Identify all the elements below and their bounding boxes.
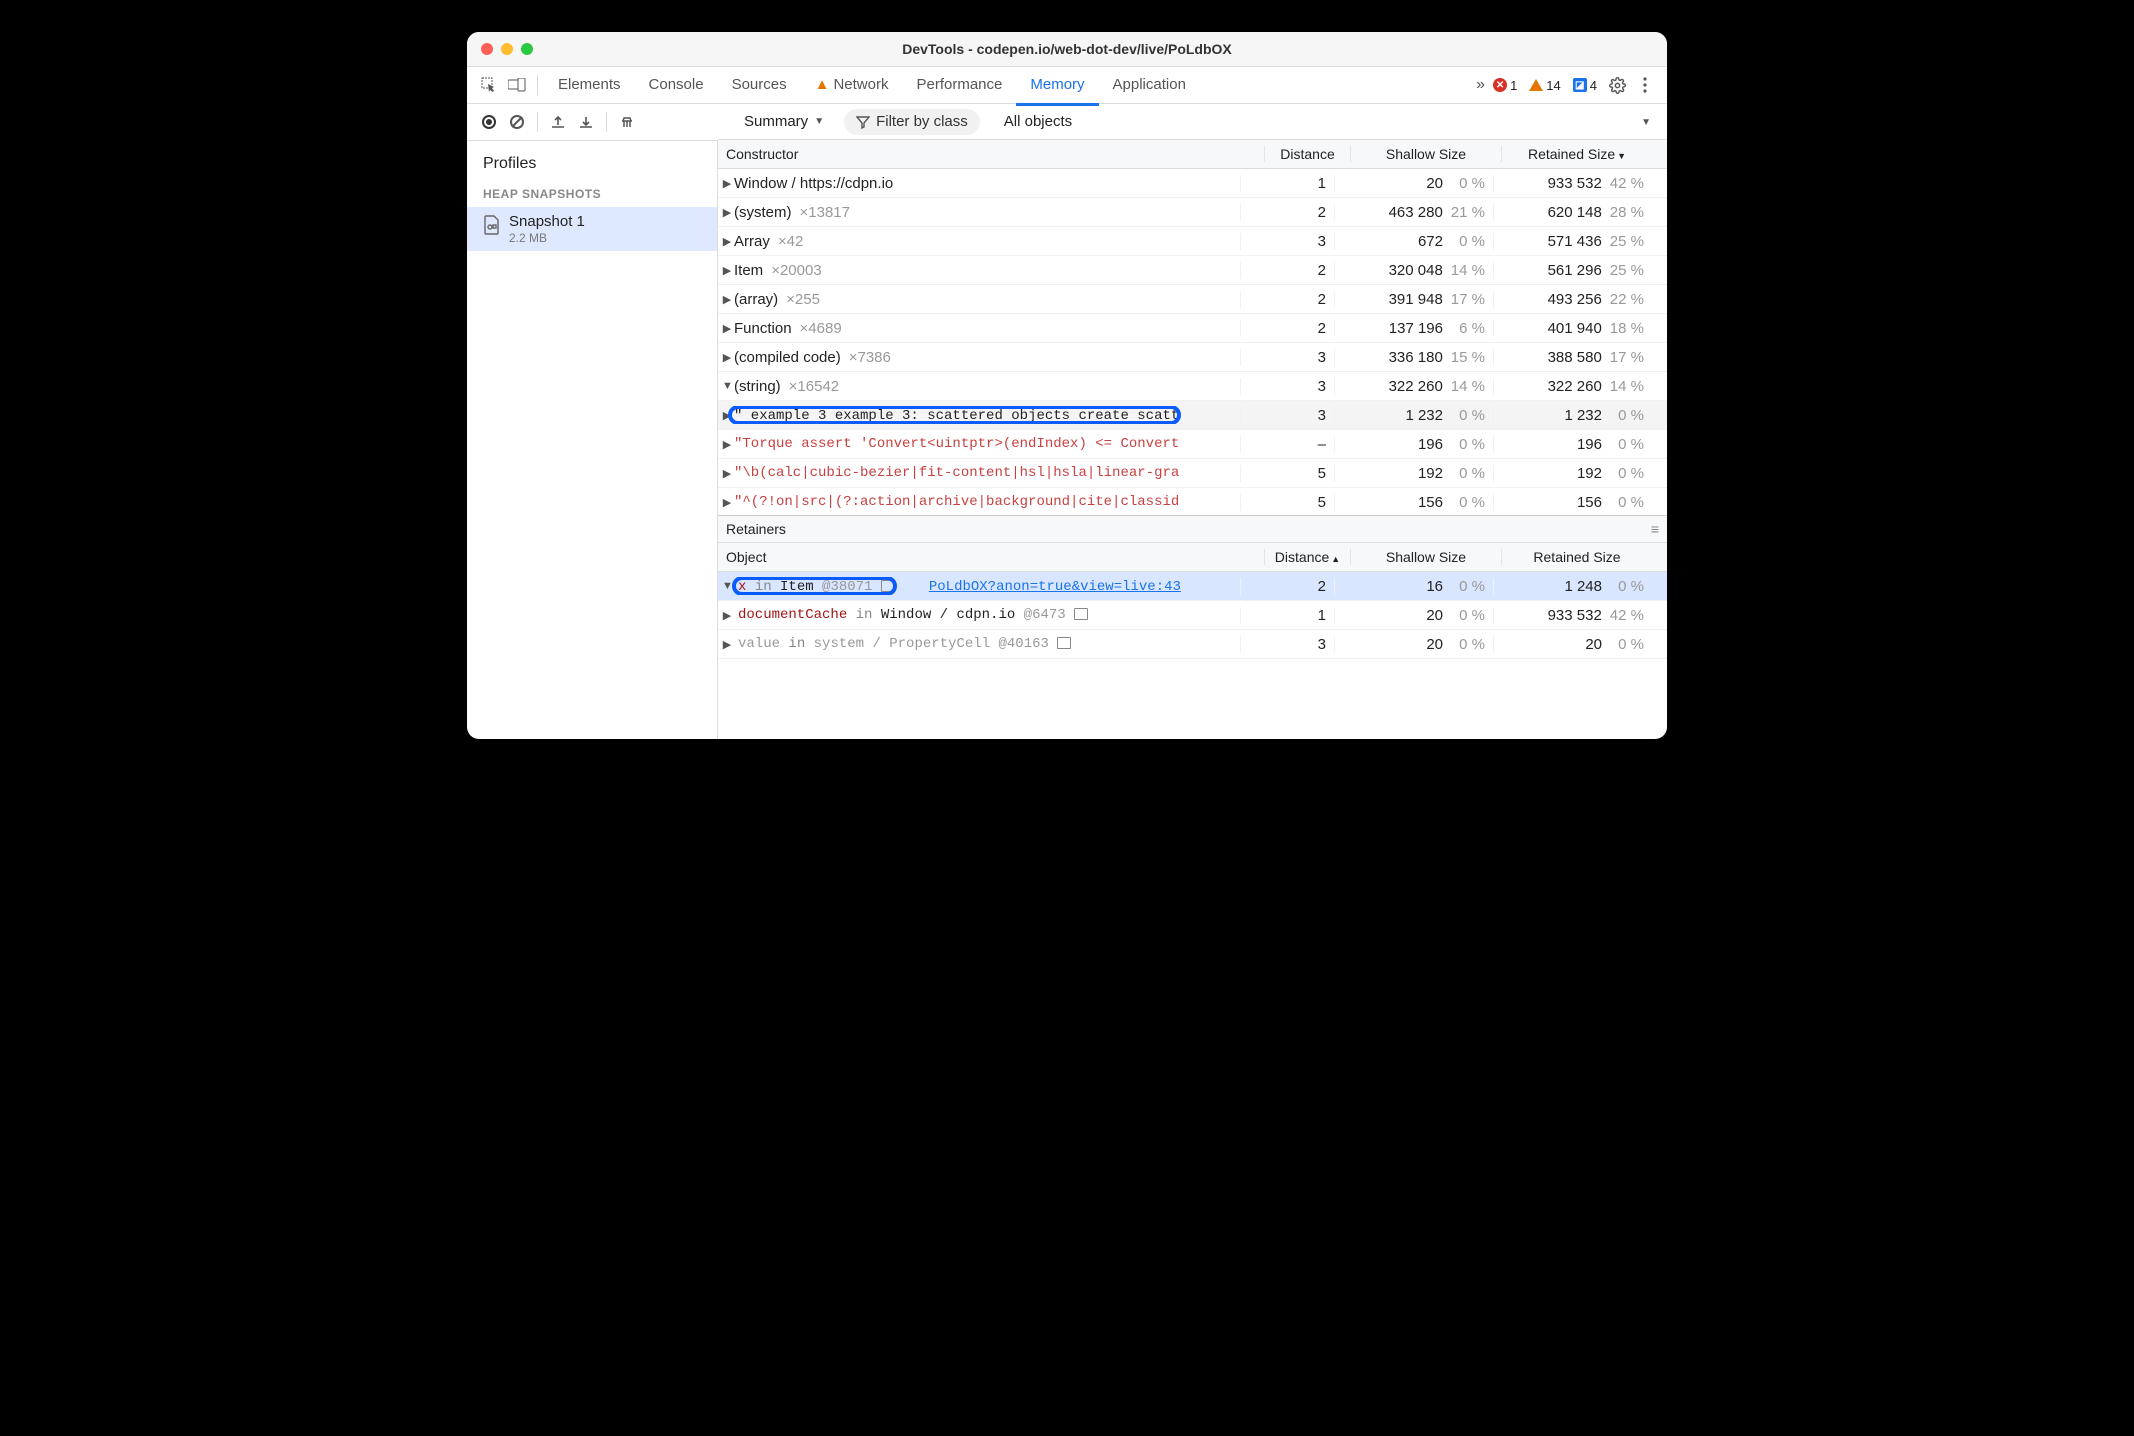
heap-view: Summary▼ Filter by class All objects ▼ C…	[718, 141, 1667, 739]
minimize-icon[interactable]	[501, 43, 513, 55]
table-row[interactable]: ▶"\b(calc|cubic-bezier|fit-content|hsl|h…	[718, 459, 1667, 488]
retainers-table[interactable]: ▼x in Item @38071 PoLdbOX?anon=true&view…	[718, 572, 1667, 659]
retainers-title: Retainers	[726, 521, 786, 537]
table-row[interactable]: ▶Array×4236720 %571 43625 %	[718, 227, 1667, 256]
disclosure-triangle-icon[interactable]: ▶	[722, 409, 732, 422]
disclosure-triangle-icon[interactable]: ▶	[722, 496, 732, 509]
col-distance[interactable]: Distance	[1264, 146, 1350, 162]
download-icon[interactable]	[572, 108, 600, 136]
warning-badge[interactable]: 14	[1529, 78, 1560, 93]
traffic-lights[interactable]	[481, 43, 533, 55]
disclosure-triangle-icon[interactable]: ▶	[722, 293, 732, 306]
tab-memory[interactable]: Memory	[1016, 67, 1098, 106]
col-retained[interactable]: Retained Size▼	[1501, 146, 1652, 162]
disclosure-triangle-icon[interactable]: ▶	[722, 638, 732, 651]
retainers-panel: Retainers ≡ Object Distance▲ Shallow Siz…	[718, 515, 1667, 739]
snapshot-icon	[483, 215, 501, 235]
retainer-row[interactable]: ▶documentCache in Window / cdpn.io @6473…	[718, 601, 1667, 630]
retainer-row[interactable]: ▼x in Item @38071 PoLdbOX?anon=true&view…	[718, 572, 1667, 601]
table-row[interactable]: ▶(system)×138172463 28021 %620 14828 %	[718, 198, 1667, 227]
window-title: DevTools - codepen.io/web-dot-dev/live/P…	[467, 41, 1667, 57]
disclosure-triangle-icon[interactable]: ▶	[722, 609, 732, 622]
view-select[interactable]: Summary▼	[734, 109, 834, 135]
snapshot-size: 2.2 MB	[509, 231, 585, 245]
snapshot-name: Snapshot 1	[509, 213, 585, 230]
error-badge[interactable]: ✕1	[1493, 78, 1517, 93]
disclosure-triangle-icon[interactable]: ▶	[722, 235, 732, 248]
tab-sources[interactable]: Sources	[718, 67, 801, 103]
disclosure-triangle-icon[interactable]: ▼	[722, 580, 732, 592]
close-icon[interactable]	[481, 43, 493, 55]
issues-badge[interactable]: ◪4	[1573, 78, 1597, 93]
constructor-table[interactable]: ▶Window / https://cdpn.io1200 %933 53242…	[718, 169, 1667, 515]
table-row[interactable]: ▶(array)×2552391 94817 %493 25622 %	[718, 285, 1667, 314]
device-toggle-icon[interactable]	[503, 71, 531, 99]
devtools-window: DevTools - codepen.io/web-dot-dev/live/P…	[467, 32, 1667, 739]
col-shallow[interactable]: Shallow Size	[1350, 146, 1501, 162]
constructor-table-header: Constructor Distance Shallow Size Retain…	[718, 140, 1667, 169]
tab-application[interactable]: Application	[1099, 67, 1200, 103]
table-row[interactable]: ▶Function×46892137 1966 %401 94018 %	[718, 314, 1667, 343]
retainers-menu-icon[interactable]: ≡	[1651, 521, 1659, 537]
gc-icon[interactable]	[613, 108, 641, 136]
profiles-heading: Profiles	[483, 155, 701, 173]
disclosure-triangle-icon[interactable]: ▼	[722, 380, 732, 392]
tab-performance[interactable]: Performance	[902, 67, 1016, 103]
disclosure-triangle-icon[interactable]: ▶	[722, 467, 732, 480]
table-row[interactable]: ▶"^(?!on|src|(?:action|archive|backgroun…	[718, 488, 1667, 515]
inspect-icon[interactable]	[475, 71, 503, 99]
upload-icon[interactable]	[544, 108, 572, 136]
clear-icon[interactable]	[503, 108, 531, 136]
disclosure-triangle-icon[interactable]: ▶	[722, 264, 732, 277]
profiles-panel: Profiles HEAP SNAPSHOTS Snapshot 1 2.2 M…	[467, 141, 718, 739]
tab-network[interactable]: ▲Network	[801, 67, 903, 103]
record-icon[interactable]	[475, 108, 503, 136]
table-row[interactable]: ▶Item×200032320 04814 %561 29625 %	[718, 256, 1667, 285]
main-tabs: ElementsConsoleSources▲NetworkPerformanc…	[467, 67, 1667, 104]
kebab-menu-icon[interactable]	[1631, 71, 1659, 99]
col-constructor[interactable]: Constructor	[718, 146, 1264, 162]
object-filter[interactable]: All objects	[994, 109, 1082, 135]
disclosure-triangle-icon[interactable]: ▶	[722, 322, 732, 335]
heap-snapshots-header: HEAP SNAPSHOTS	[483, 187, 701, 201]
col-retained-r[interactable]: Retained Size	[1501, 549, 1652, 565]
snapshot-item[interactable]: Snapshot 1 2.2 MB	[467, 207, 717, 251]
disclosure-triangle-icon[interactable]: ▶	[722, 206, 732, 219]
table-row[interactable]: ▶Window / https://cdpn.io1200 %933 53242…	[718, 169, 1667, 198]
table-row[interactable]: ▶" example 3 example 3: scattered object…	[718, 401, 1667, 430]
retainer-row[interactable]: ▶value in system / PropertyCell @40163 3…	[718, 630, 1667, 659]
disclosure-triangle-icon[interactable]: ▶	[722, 351, 732, 364]
table-row[interactable]: ▶"Torque assert 'Convert<uintptr>(endInd…	[718, 430, 1667, 459]
table-row[interactable]: ▶(compiled code)×73863336 18015 %388 580…	[718, 343, 1667, 372]
more-tabs-icon[interactable]: »	[1468, 68, 1493, 102]
col-shallow-r[interactable]: Shallow Size	[1350, 549, 1501, 565]
tab-console[interactable]: Console	[635, 67, 718, 103]
collapse-icon[interactable]: ▼	[1641, 117, 1651, 128]
col-object[interactable]: Object	[718, 549, 1264, 565]
tab-elements[interactable]: Elements	[544, 67, 635, 103]
col-distance-r[interactable]: Distance▲	[1264, 549, 1350, 565]
zoom-icon[interactable]	[521, 43, 533, 55]
table-row[interactable]: ▼(string)×165423322 26014 %322 26014 %	[718, 372, 1667, 401]
settings-icon[interactable]	[1603, 71, 1631, 99]
disclosure-triangle-icon[interactable]: ▶	[722, 438, 732, 451]
class-filter[interactable]: Filter by class	[844, 109, 980, 135]
source-link[interactable]: PoLdbOX?anon=true&view=live:43	[929, 579, 1181, 595]
titlebar: DevTools - codepen.io/web-dot-dev/live/P…	[467, 32, 1667, 67]
disclosure-triangle-icon[interactable]: ▶	[722, 177, 732, 190]
